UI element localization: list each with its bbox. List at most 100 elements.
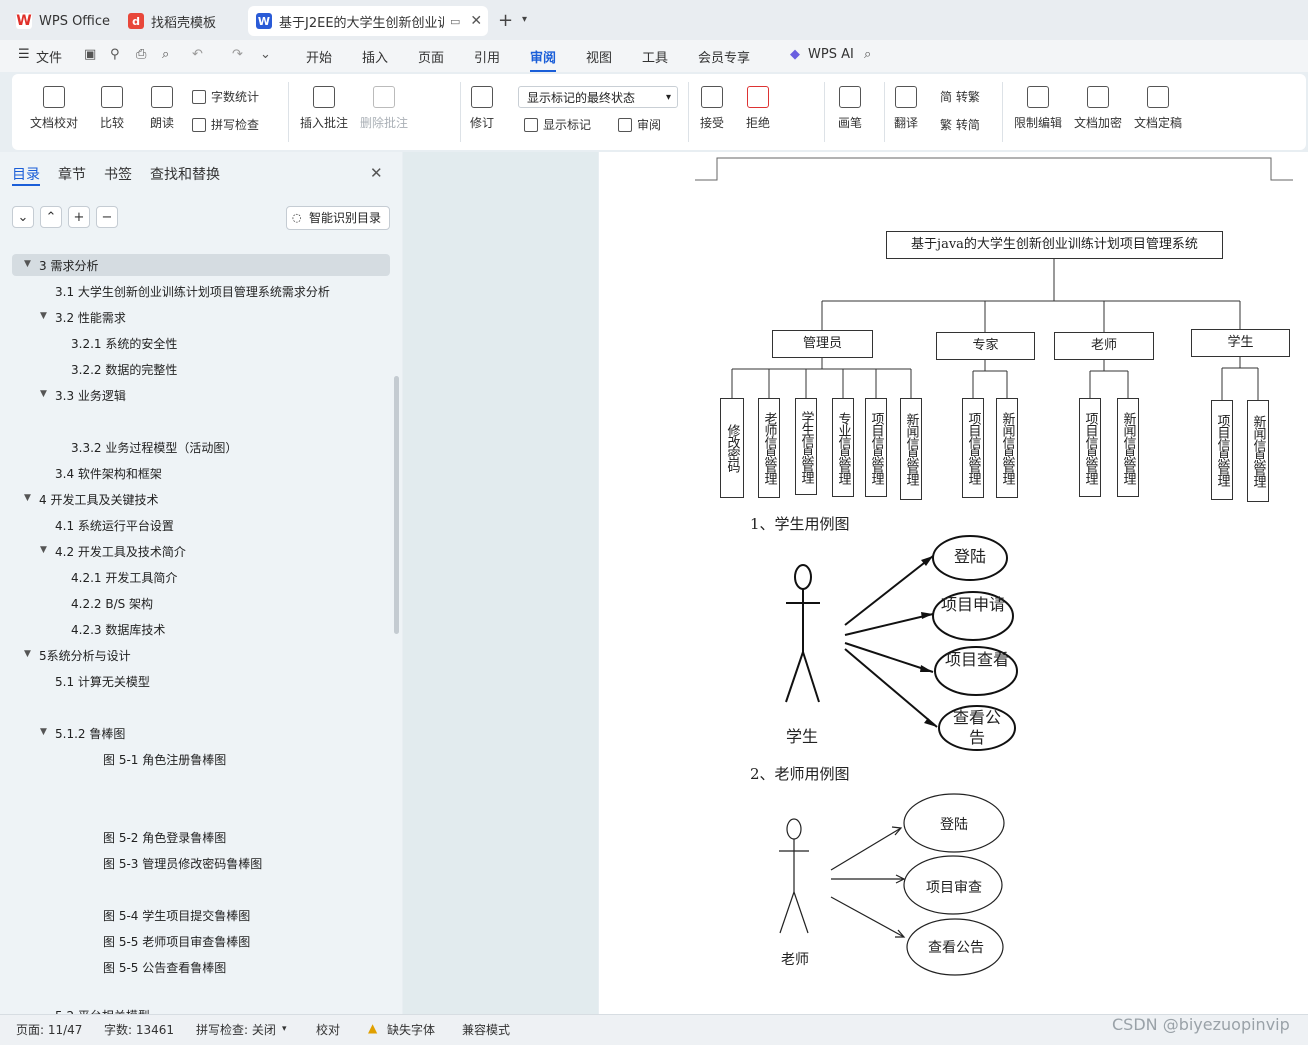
expand-triangle-icon[interactable]: ▼ <box>40 311 47 321</box>
screen-icon[interactable]: ▭ <box>450 15 460 28</box>
toc-item[interactable]: 4.2 开发工具及技术简介 <box>55 543 186 560</box>
menu-wps-ai[interactable]: WPS AI <box>808 47 854 62</box>
toc-item[interactable]: 图 5-5 老师项目审查鲁棒图 <box>103 933 250 950</box>
print-preview-icon[interactable]: ⌕ <box>162 47 169 62</box>
toc-item[interactable]: 4.2.3 数据库技术 <box>71 621 165 638</box>
toc-item[interactable]: 3.1 大学生创新创业训练计划项目管理系统需求分析 <box>55 283 330 300</box>
toc-item[interactable]: 图 5-2 角色登录鲁棒图 <box>103 829 226 846</box>
menu-insert[interactable]: 插入 <box>362 47 388 66</box>
compare-button[interactable]: 比较 <box>100 86 124 131</box>
encrypt-button[interactable]: 文档加密 <box>1074 86 1122 131</box>
word-count-button[interactable]: 字数统计 <box>192 88 259 105</box>
spell-check-button[interactable]: 拼写检查 <box>192 116 259 133</box>
review-pane-button[interactable]: 审阅 <box>618 116 661 133</box>
toc-item[interactable]: 3.2.1 系统的安全性 <box>71 335 177 352</box>
to-simplified-button[interactable]: 繁 转简 <box>940 116 980 133</box>
toc-item[interactable]: 3 需求分析 <box>39 257 98 274</box>
add-heading-button[interactable]: + <box>68 206 90 228</box>
smart-icon: ◌ <box>292 211 302 224</box>
redo-icon[interactable]: ↷ <box>232 47 243 62</box>
expand-triangle-icon[interactable]: ▼ <box>24 649 31 659</box>
tab-wps-office[interactable]: W WPS Office <box>8 6 112 36</box>
expand-triangle-icon[interactable]: ▼ <box>40 389 47 399</box>
toc-item[interactable]: 图 5-4 学生项目提交鲁棒图 <box>103 907 250 924</box>
expand-triangle-icon[interactable]: ▼ <box>24 493 31 503</box>
expand-triangle-icon[interactable]: ▼ <box>40 727 47 737</box>
smart-toc-button[interactable]: ◌ 智能识别目录 <box>286 206 390 230</box>
role-box-expert: 专家 <box>936 332 1035 360</box>
expand-up-button[interactable]: ⌃ <box>40 206 62 228</box>
save-icon[interactable]: ▣ <box>84 47 96 62</box>
tab-find-replace[interactable]: 查找和替换 <box>150 164 220 184</box>
page-indicator[interactable]: 页面: 11/47 <box>16 1021 82 1038</box>
read-aloud-button[interactable]: 朗读 <box>150 86 174 131</box>
close-icon[interactable]: ✕ <box>370 164 383 182</box>
tab-document[interactable]: W 基于J2EE的大学生创新创业训 ▭ ✕ <box>248 6 488 36</box>
toc-item[interactable]: 3.4 软件架构和框架 <box>55 465 162 482</box>
menu-member[interactable]: 会员专享 <box>698 47 750 66</box>
new-tab-icon[interactable]: + <box>498 10 513 31</box>
menu-review[interactable]: 审阅 <box>530 47 557 72</box>
menu-tools[interactable]: 工具 <box>642 47 668 66</box>
menu-view[interactable]: 视图 <box>586 47 612 66</box>
ribbon-toolbar: 文档校对 比较 朗读 字数统计 拼写检查 插入批注 删除批注 修订 显示标记的最… <box>12 74 1306 150</box>
pen-button[interactable]: 画笔 <box>838 86 862 131</box>
translate-icon <box>895 86 917 108</box>
tab-chapter[interactable]: 章节 <box>58 164 86 184</box>
menu-page[interactable]: 页面 <box>418 47 444 66</box>
toc-item[interactable]: 5.1 计算无关模型 <box>55 673 150 690</box>
menu-file[interactable]: 文件 <box>36 47 62 66</box>
menu-reference[interactable]: 引用 <box>474 47 500 66</box>
expand-triangle-icon[interactable]: ▼ <box>24 259 31 269</box>
print-icon[interactable]: ⎙ <box>136 47 146 62</box>
toc-item[interactable]: 4 开发工具及关键技术 <box>39 491 158 508</box>
collapse-all-button[interactable]: ⌄ <box>12 206 34 228</box>
toc-item[interactable]: 4.2.1 开发工具简介 <box>71 569 177 586</box>
to-traditional-button[interactable]: 简 转繁 <box>940 88 980 105</box>
chevron-down-icon[interactable]: ▾ <box>282 1024 287 1034</box>
insert-comment-button[interactable]: 插入批注 <box>300 86 348 131</box>
toc-item[interactable]: 图 5-1 角色注册鲁棒图 <box>103 751 226 768</box>
restrict-edit-button[interactable]: 限制编辑 <box>1014 86 1062 131</box>
toc-item[interactable]: 3.3 业务逻辑 <box>55 387 126 404</box>
toc-item[interactable]: 图 5-3 管理员修改密码鲁棒图 <box>103 855 262 872</box>
remove-heading-button[interactable]: − <box>96 206 118 228</box>
toc-item[interactable]: 5.2 平台相关模型 <box>55 1007 150 1014</box>
revise-button[interactable]: 修订 <box>470 86 494 131</box>
finalize-button[interactable]: 文档定稿 <box>1134 86 1182 131</box>
tab-toc[interactable]: 目录 <box>12 164 40 184</box>
more-icon[interactable]: ⌄ <box>260 47 271 62</box>
spell-check-status[interactable]: 拼写检查: 关闭 <box>196 1021 276 1038</box>
show-markup-button[interactable]: 显示标记 <box>524 116 591 133</box>
translate-button[interactable]: 翻译 <box>894 86 918 131</box>
toc-item[interactable]: 3.3.2 业务过程模型（活动图） <box>71 439 237 456</box>
divider <box>288 82 289 142</box>
toc-item[interactable]: 3.2.2 数据的完整性 <box>71 361 177 378</box>
undo-icon[interactable]: ↶ <box>192 47 203 62</box>
accept-button[interactable]: 接受 <box>700 86 724 131</box>
proof-button[interactable]: 校对 <box>316 1021 340 1038</box>
document-page[interactable]: 基于java的大学生创新创业训练计划项目管理系统 管理员 专家 老师 学生 修改… <box>599 152 1308 1014</box>
toc-item[interactable]: 4.2.2 B/S 架构 <box>71 595 153 612</box>
tab-bookmark[interactable]: 书签 <box>104 164 132 184</box>
expand-triangle-icon[interactable]: ▼ <box>40 545 47 555</box>
toc-item[interactable]: 3.2 性能需求 <box>55 309 126 326</box>
delete-comment-button[interactable]: 删除批注 <box>360 86 408 131</box>
hamburger-icon[interactable]: ☰ <box>18 47 30 62</box>
search-icon[interactable]: ⌕ <box>864 47 871 62</box>
missing-font-button[interactable]: 缺失字体 <box>387 1021 435 1038</box>
menu-start[interactable]: 开始 <box>306 47 332 66</box>
close-tab-icon[interactable]: ✕ <box>470 13 482 29</box>
toc-item[interactable]: 4.1 系统运行平台设置 <box>55 517 174 534</box>
markup-state-select[interactable]: 显示标记的最终状态 ▾ <box>518 86 678 108</box>
doc-check-button[interactable]: 文档校对 <box>30 86 78 131</box>
nav-scrollbar[interactable] <box>394 376 399 634</box>
reject-button[interactable]: 拒绝 <box>746 86 770 131</box>
tab-template[interactable]: d 找稻壳模板 <box>120 6 242 36</box>
toc-item[interactable]: 图 5-5 公告查看鲁棒图 <box>103 959 226 976</box>
word-count[interactable]: 字数: 13461 <box>104 1021 174 1038</box>
toc-item[interactable]: 5.1.2 鲁棒图 <box>55 725 125 742</box>
toc-item[interactable]: 5系统分析与设计 <box>39 647 131 664</box>
link-icon[interactable]: ⚲ <box>110 47 120 62</box>
chevron-down-icon[interactable]: ▾ <box>522 14 527 25</box>
